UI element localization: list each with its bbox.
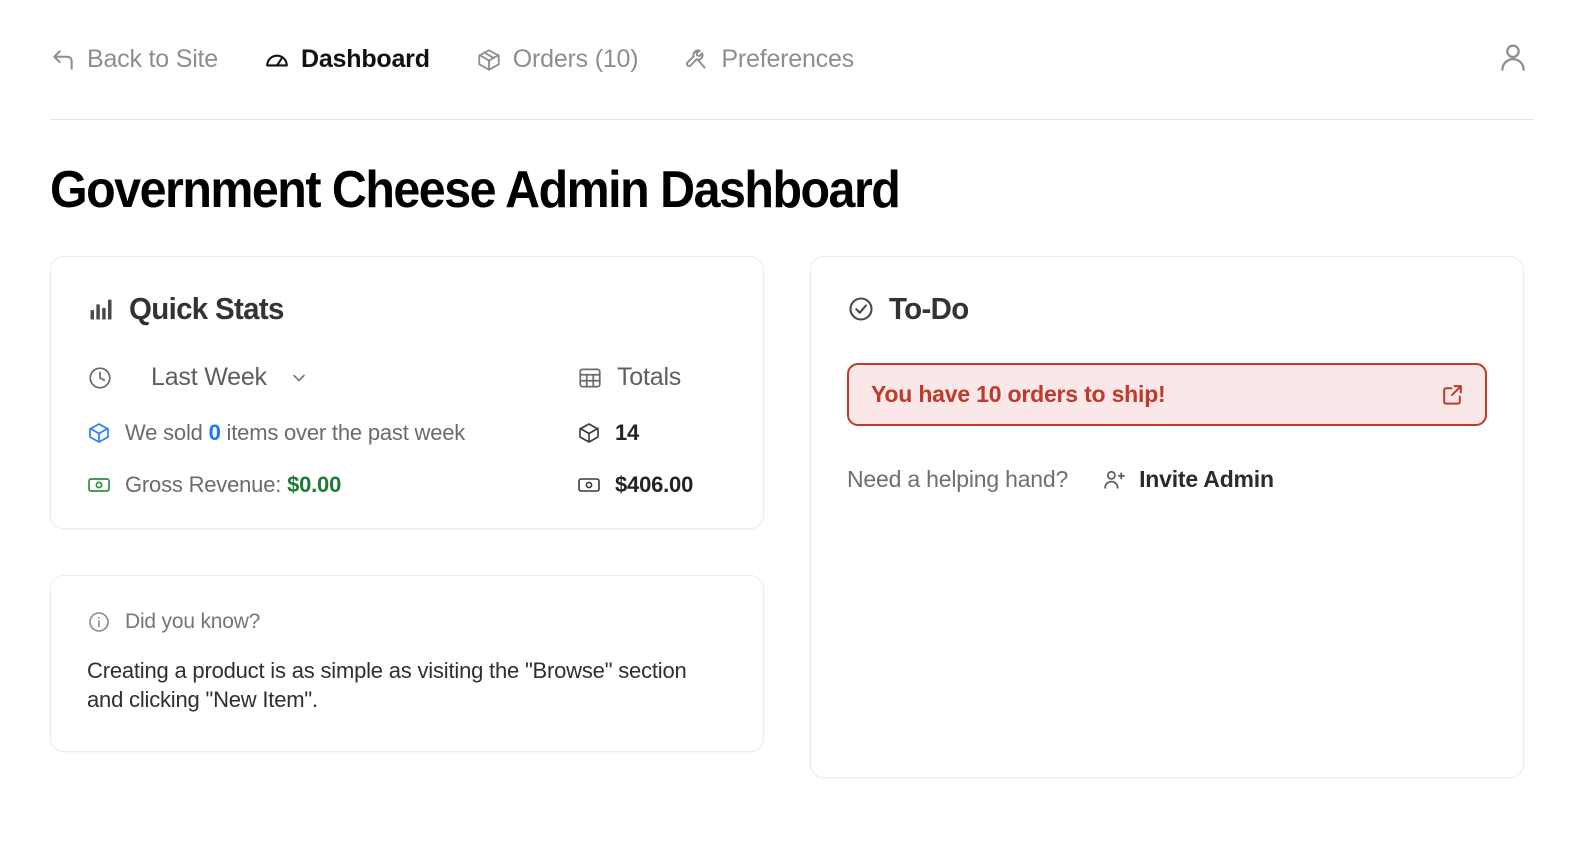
left-column: Quick Stats Last Week Totals We sold 0 i… [50, 256, 764, 778]
box-3d-icon [87, 421, 111, 445]
page-title: Government Cheese Admin Dashboard [50, 161, 901, 219]
nav-item-preferences[interactable]: Preferences [684, 45, 854, 74]
quick-stats-title: Quick Stats [129, 291, 284, 326]
user-icon [1496, 40, 1530, 79]
right-column: To-Do You have 10 orders to ship! Need a… [810, 256, 1524, 778]
nav-label-orders: Orders (10) [512, 45, 639, 73]
totals-header: Totals [577, 363, 727, 392]
period-selector[interactable]: Last Week [87, 363, 577, 392]
todo-card: To-Do You have 10 orders to ship! Need a… [810, 256, 1524, 778]
chevron-down-icon [289, 368, 309, 388]
back-arrow-icon [50, 47, 76, 73]
invite-admin-button[interactable]: Invite Admin [1102, 466, 1274, 493]
quick-stats-header: Quick Stats [87, 291, 727, 327]
did-you-know-label: Did you know? [125, 610, 261, 633]
gauge-icon [264, 47, 290, 73]
did-you-know-card: Did you know? Creating a product is as s… [50, 575, 764, 752]
todo-helper-row: Need a helping hand? Invite Admin [847, 466, 1487, 493]
package-icon [476, 47, 502, 73]
todo-header: To-Do [847, 291, 1487, 327]
did-you-know-header: Did you know? [87, 610, 727, 634]
box-outline-icon [577, 421, 601, 445]
invite-admin-label: Invite Admin [1139, 466, 1274, 492]
nav-item-dashboard[interactable]: Dashboard [264, 45, 430, 74]
bar-chart-icon [87, 295, 115, 323]
nav-label-dashboard: Dashboard [301, 45, 430, 73]
items-sold-value: 0 [208, 420, 221, 445]
check-circle-icon [847, 295, 875, 323]
stat-row-items-sold: We sold 0 items over the past week [87, 420, 577, 446]
table-icon [577, 365, 603, 391]
total-items-cell: 14 [577, 420, 727, 446]
account-button[interactable] [1496, 40, 1534, 79]
banknote-icon [87, 473, 111, 497]
nav-label-back-to-site: Back to Site [87, 45, 218, 73]
wrench-icon [684, 47, 710, 73]
period-selector-label: Last Week [151, 363, 267, 391]
external-link-icon [1440, 382, 1465, 407]
dashboard-columns: Quick Stats Last Week Totals We sold 0 i… [50, 256, 1534, 778]
total-items-value: 14 [615, 420, 640, 445]
gross-revenue-value: $0.00 [287, 472, 342, 497]
items-sold-text: We sold 0 items over the past week [125, 420, 466, 445]
totals-header-label: Totals [617, 363, 682, 391]
clock-icon [87, 365, 113, 391]
orders-to-ship-alert[interactable]: You have 10 orders to ship! [847, 363, 1487, 426]
did-you-know-body: Creating a product is as simple as visit… [87, 658, 687, 713]
nav-item-back-to-site[interactable]: Back to Site [50, 45, 218, 74]
total-revenue-value: $406.00 [615, 472, 694, 497]
info-icon [87, 610, 111, 634]
quick-stats-card: Quick Stats Last Week Totals We sold 0 i… [50, 256, 764, 529]
stat-row-gross-revenue: Gross Revenue: $0.00 [87, 472, 577, 498]
nav-item-orders[interactable]: Orders (10) [476, 45, 639, 74]
nav-items: Back to Site Dashboard Orders (10) Prefe… [50, 45, 1496, 74]
orders-to-ship-text: You have 10 orders to ship! [871, 381, 1166, 407]
nav-label-preferences: Preferences [721, 45, 854, 73]
helping-hand-text: Need a helping hand? [847, 466, 1069, 492]
banknote-outline-icon [577, 473, 601, 497]
todo-title: To-Do [889, 291, 969, 326]
total-revenue-cell: $406.00 [577, 472, 727, 498]
gross-revenue-text: Gross Revenue: $0.00 [125, 472, 342, 497]
top-navigation: Back to Site Dashboard Orders (10) Prefe… [50, 0, 1534, 120]
user-plus-icon [1102, 467, 1127, 492]
quick-stats-grid: Last Week Totals We sold 0 items over th… [87, 363, 727, 498]
